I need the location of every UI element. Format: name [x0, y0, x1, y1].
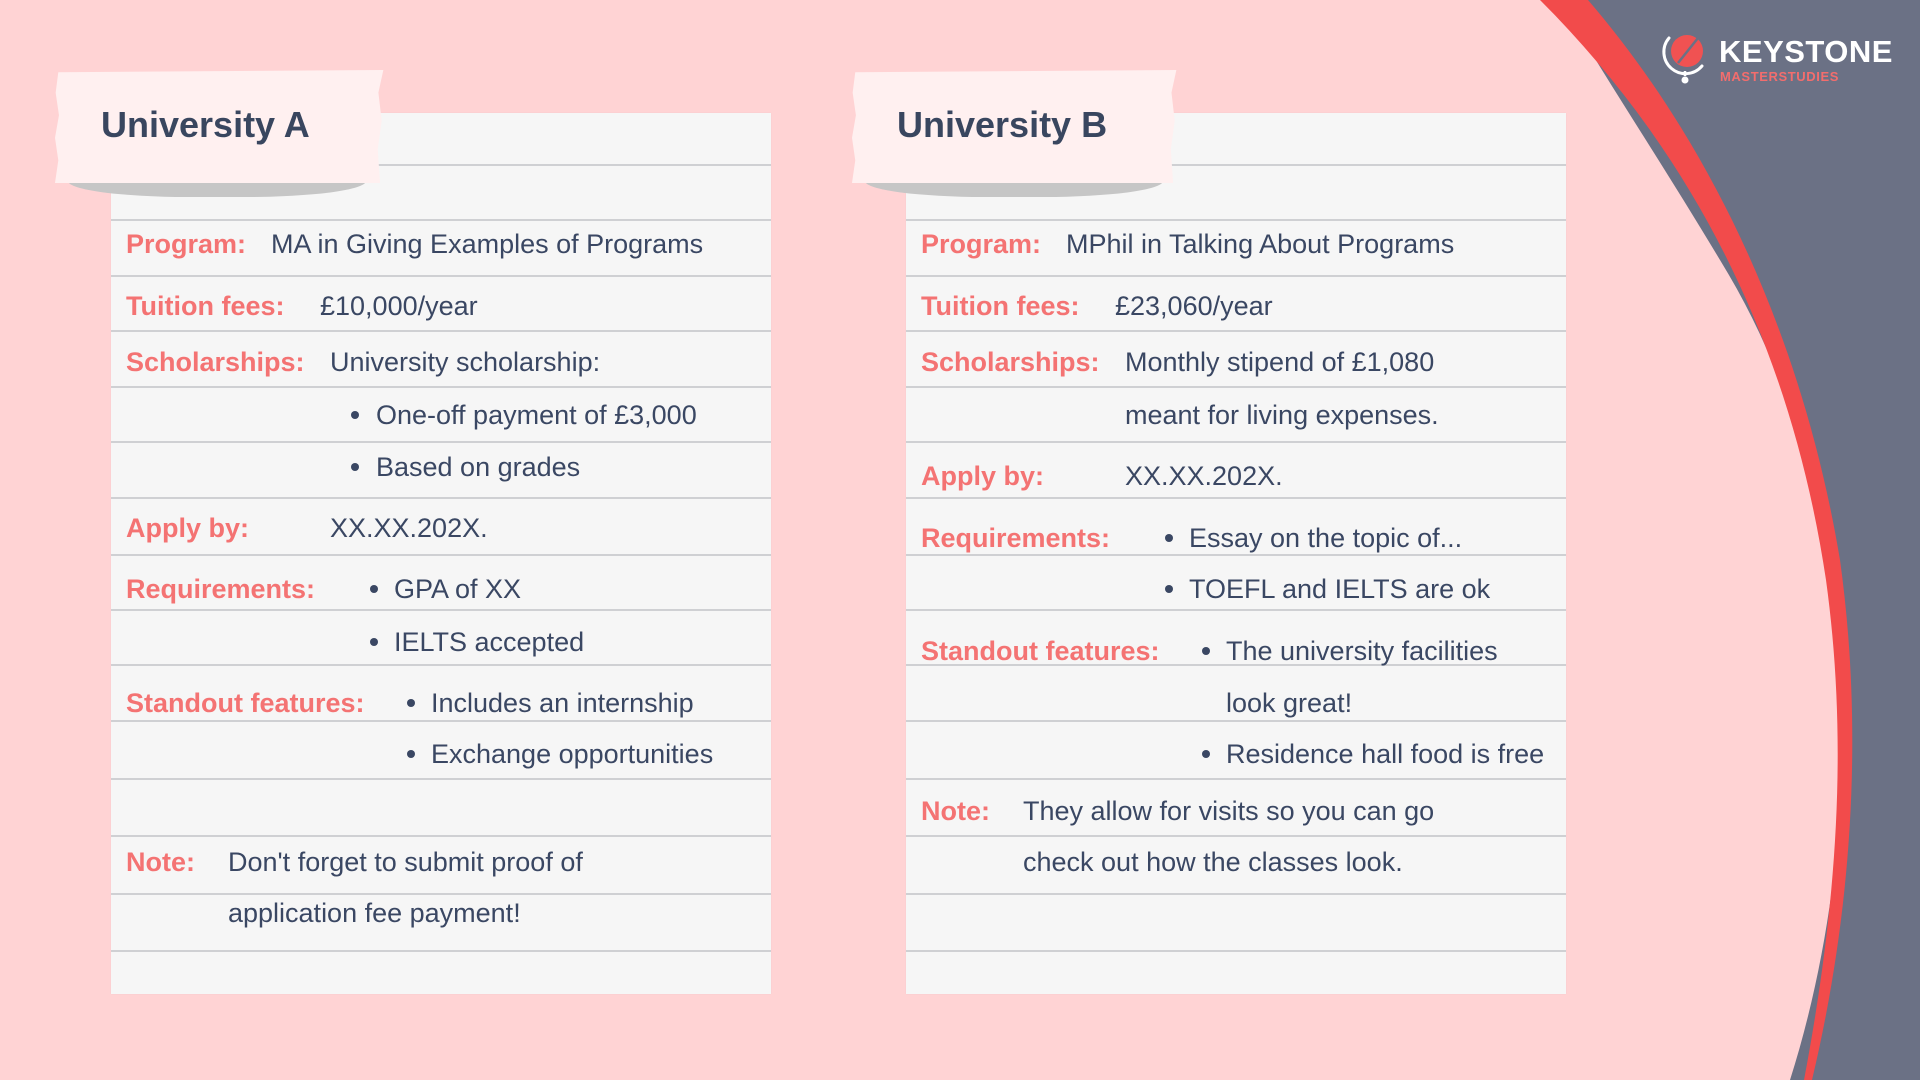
paper-rule	[111, 664, 771, 666]
standout-item-continued: look great!	[1226, 688, 1353, 718]
note-label: Note:	[126, 847, 195, 877]
bullet-icon	[370, 638, 378, 646]
apply-by-value: XX.XX.202X.	[330, 513, 488, 543]
paper-rule	[906, 720, 1566, 722]
bullet-icon	[351, 411, 359, 419]
paper-rule	[906, 778, 1566, 780]
bullet-icon	[1165, 534, 1173, 542]
brand-name: KEYSTONE	[1719, 34, 1893, 69]
paper-rule	[111, 275, 771, 277]
university-a-title: University A	[101, 104, 310, 145]
paper-rule	[111, 386, 771, 388]
requirements-label: Requirements:	[921, 523, 1111, 553]
bullet-icon	[407, 699, 415, 707]
tuition-value: £23,060/year	[1115, 291, 1273, 321]
program-value: MPhil in Talking About Programs	[1066, 229, 1455, 259]
program-value: MA in Giving Examples of Programs	[271, 229, 704, 259]
paper-rule	[906, 219, 1566, 221]
apply-by-label: Apply by:	[126, 513, 250, 543]
tuition-label: Tuition fees:	[126, 291, 285, 321]
paper-rule	[111, 893, 771, 895]
paper-rule	[906, 275, 1566, 277]
note-label: Note:	[921, 796, 990, 826]
paper-rule	[111, 778, 771, 780]
paper-rule	[111, 950, 771, 952]
requirement-item: TOEFL and IELTS are ok	[1189, 574, 1491, 604]
paper-rule	[906, 441, 1566, 443]
scholarships-line: Monthly stipend of £1,080	[1125, 347, 1435, 377]
bullet-icon	[1202, 647, 1210, 655]
university-b-card: Program: MPhil in Talking About Programs…	[906, 113, 1566, 994]
paper-rule	[111, 835, 771, 837]
bullet-icon	[1202, 750, 1210, 758]
paper-rule	[906, 330, 1566, 332]
bullet-icon	[370, 585, 378, 593]
paper-rule	[906, 609, 1566, 611]
scholarships-label: Scholarships:	[921, 347, 1100, 377]
apply-by-value: XX.XX.202X.	[1125, 461, 1283, 491]
paper-rule	[111, 609, 771, 611]
requirements-label: Requirements:	[126, 574, 316, 604]
paper-rule	[906, 497, 1566, 499]
program-label: Program:	[921, 229, 1042, 259]
standout-item: Residence hall food is free	[1226, 739, 1545, 769]
program-label: Program:	[126, 229, 247, 259]
scholarships-label: Scholarships:	[126, 347, 305, 377]
paper-rule	[906, 893, 1566, 895]
tuition-value: £10,000/year	[320, 291, 478, 321]
globe-icon	[1662, 35, 1704, 84]
requirement-item: IELTS accepted	[394, 627, 585, 657]
tuition-label: Tuition fees:	[921, 291, 1080, 321]
paper-rule	[111, 554, 771, 556]
scholarships-line: meant for living expenses.	[1125, 400, 1439, 430]
note-line: They allow for visits so you can go	[1023, 796, 1435, 826]
brand-logo: KEYSTONE MASTERSTUDIES	[1660, 30, 1893, 90]
paper-rule	[111, 330, 771, 332]
paper-rule	[906, 835, 1566, 837]
standout-item: Includes an internship	[431, 688, 694, 718]
scholarship-item: One-off payment of £3,000	[376, 400, 697, 430]
standout-label: Standout features:	[126, 688, 365, 718]
bullet-icon	[351, 463, 359, 471]
note-line: application fee payment!	[228, 898, 521, 928]
note-line: Don't forget to submit proof of	[228, 847, 583, 877]
requirement-item: GPA of XX	[394, 574, 522, 604]
requirement-item: Essay on the topic of...	[1189, 523, 1463, 553]
bullet-icon	[1165, 585, 1173, 593]
university-a-card: Program: MA in Giving Examples of Progra…	[111, 113, 771, 994]
brand-subtitle: MASTERSTUDIES	[1720, 69, 1840, 84]
standout-item: Exchange opportunities	[431, 739, 714, 769]
slate-panel	[1560, 0, 1920, 1080]
paper-rule	[111, 219, 771, 221]
scholarships-intro: University scholarship:	[330, 347, 601, 377]
standout-item: The university facilities	[1226, 636, 1498, 666]
university-b-title: University B	[897, 104, 1108, 145]
apply-by-label: Apply by:	[921, 461, 1045, 491]
note-line: check out how the classes look.	[1023, 847, 1403, 877]
scholarship-item: Based on grades	[376, 452, 581, 482]
paper-rule	[111, 441, 771, 443]
bullet-icon	[407, 750, 415, 758]
paper-rule	[906, 386, 1566, 388]
paper-rule	[906, 950, 1566, 952]
paper-rule	[111, 720, 771, 722]
paper-rule	[111, 497, 771, 499]
standout-label: Standout features:	[921, 636, 1160, 666]
